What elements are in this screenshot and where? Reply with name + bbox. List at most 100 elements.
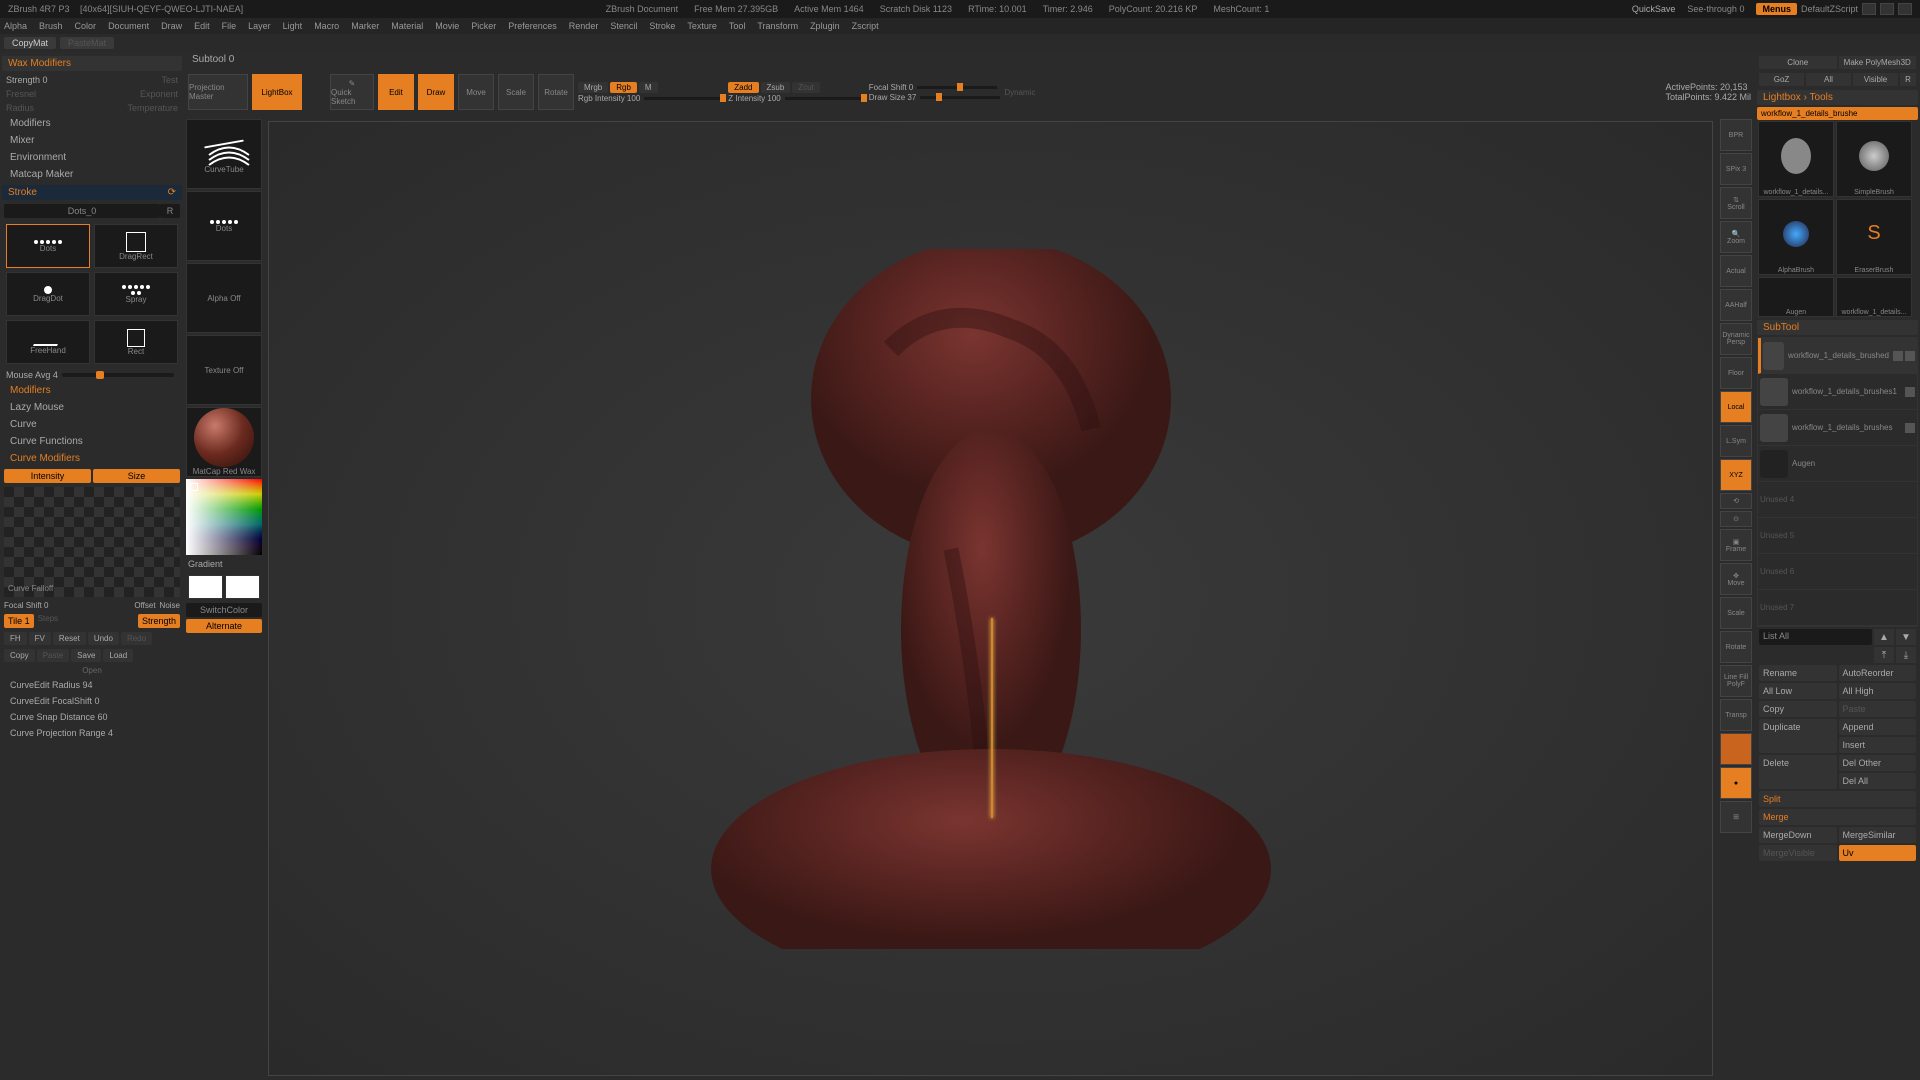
rgb-button[interactable]: Rgb — [610, 82, 637, 93]
curve-falloff-graph[interactable]: Curve Falloff — [4, 487, 180, 597]
delall-button[interactable]: Del All — [1839, 773, 1917, 789]
tool-alphabrush[interactable]: AlphaBrush — [1758, 199, 1834, 275]
menu-file[interactable]: File — [222, 21, 237, 31]
draw-button[interactable]: Draw — [418, 74, 454, 110]
floor-button[interactable]: Floor — [1720, 357, 1752, 389]
menu-picker[interactable]: Picker — [471, 21, 496, 31]
tile-slider[interactable]: Tile 1 — [4, 614, 34, 628]
redo-button[interactable]: Redo — [121, 632, 152, 645]
paste-button[interactable]: Paste — [37, 649, 69, 662]
zoom-button[interactable]: 🔍Zoom — [1720, 221, 1752, 253]
quicksketch-button[interactable]: ✎Quick Sketch — [330, 74, 374, 110]
move-down-icon[interactable]: ▼ — [1896, 629, 1916, 645]
stroke-dragrect[interactable]: DragRect — [94, 224, 178, 268]
menu-marker[interactable]: Marker — [351, 21, 379, 31]
tool-eraserbrush[interactable]: SEraserBrush — [1836, 199, 1912, 275]
steps-slider[interactable]: Steps — [38, 614, 58, 628]
ghost-button[interactable] — [1720, 733, 1752, 765]
seethrough-slider[interactable]: See-through 0 — [1687, 4, 1744, 14]
curve-proj-range[interactable]: Curve Projection Range 4 — [2, 725, 182, 741]
y-axis-button[interactable]: ⟲ — [1720, 493, 1752, 509]
stroke-dots[interactable]: Dots — [6, 224, 90, 268]
fh-button[interactable]: FH — [4, 632, 27, 645]
persp-button[interactable]: Dynamic Persp — [1720, 323, 1752, 355]
offset-slider[interactable]: Offset — [134, 601, 155, 610]
solo-button[interactable]: ● — [1720, 767, 1752, 799]
modifiers-section[interactable]: Modifiers — [2, 115, 182, 132]
zcut-button[interactable]: Zcut — [792, 82, 820, 93]
alpha-off-tile[interactable]: Alpha Off — [186, 263, 262, 333]
subtool-item-1[interactable]: workflow_1_details_brushes1 — [1758, 374, 1917, 410]
menu-transform[interactable]: Transform — [757, 21, 798, 31]
subtool-item-0[interactable]: workflow_1_details_brushed — [1758, 338, 1917, 374]
subtool-item-2[interactable]: workflow_1_details_brushes — [1758, 410, 1917, 446]
tool-name[interactable]: workflow_1_details_brushe — [1757, 107, 1918, 120]
tool-extra[interactable]: workflow_1_details... — [1836, 277, 1912, 317]
stroke-dragdot[interactable]: DragDot — [6, 272, 90, 316]
save-button[interactable]: Save — [71, 649, 101, 662]
move-up-icon[interactable]: ▲ — [1874, 629, 1894, 645]
xyz-button[interactable]: XYZ — [1720, 459, 1752, 491]
local-button[interactable]: Local — [1720, 391, 1752, 423]
paste-subtool-button[interactable]: Paste — [1839, 701, 1917, 717]
autoreorder-button[interactable]: AutoReorder — [1839, 665, 1917, 681]
allhigh-button[interactable]: All High — [1839, 683, 1917, 699]
actual-button[interactable]: Actual — [1720, 255, 1752, 287]
spix-button[interactable]: SPix 3 — [1720, 153, 1752, 185]
tool-main[interactable]: workflow_1_details... — [1758, 121, 1834, 197]
load-button[interactable]: Load — [103, 649, 133, 662]
close-icon[interactable] — [1898, 3, 1912, 15]
rotate-button[interactable]: Rotate — [538, 74, 574, 110]
focal-shift-slider2[interactable]: Focal Shift 0 — [869, 83, 913, 92]
subtool-header[interactable]: SubTool — [1757, 320, 1918, 335]
scale-button[interactable]: Scale — [498, 74, 534, 110]
curve-snap[interactable]: Curve Snap Distance 60 — [2, 709, 182, 725]
brush-curvetube[interactable]: CurveTube — [186, 119, 262, 189]
mouse-avg-slider[interactable]: Mouse Avg 4 — [6, 370, 58, 380]
xpose-button[interactable]: ⊞ — [1720, 801, 1752, 833]
tool-augen[interactable]: Augen — [1758, 277, 1834, 317]
merge-section[interactable]: Merge — [1759, 809, 1916, 825]
r-button[interactable]: R — [160, 204, 180, 218]
viewport-canvas[interactable] — [268, 121, 1713, 1076]
r-toggle[interactable]: R — [1900, 73, 1916, 86]
menu-macro[interactable]: Macro — [314, 21, 339, 31]
draw-size-slider[interactable]: Draw Size 37 — [869, 93, 917, 102]
move-bottom-icon[interactable]: ⤓ — [1896, 647, 1916, 663]
menus-button[interactable]: Menus — [1756, 3, 1797, 15]
curve-modifiers-section[interactable]: Curve Modifiers — [2, 450, 182, 467]
frame-button[interactable]: ▣Frame — [1720, 529, 1752, 561]
noise-slider[interactable]: Noise — [160, 601, 180, 610]
goz-all-button[interactable]: All — [1806, 73, 1851, 86]
stroke-rect[interactable]: Rect — [94, 320, 178, 364]
menu-draw[interactable]: Draw — [161, 21, 182, 31]
size-button[interactable]: Size — [93, 469, 180, 483]
curveedit-radius[interactable]: CurveEdit Radius 94 — [2, 677, 182, 693]
mixer-section[interactable]: Mixer — [2, 132, 182, 149]
quicksave-button[interactable]: QuickSave — [1632, 4, 1676, 14]
scale-nav-button[interactable]: Scale — [1720, 597, 1752, 629]
menu-render[interactable]: Render — [569, 21, 599, 31]
stroke-dots-tile[interactable]: Dots — [186, 191, 262, 261]
gradient-label[interactable]: Gradient — [186, 557, 262, 571]
delete-button[interactable]: Delete — [1759, 755, 1837, 789]
split-section[interactable]: Split — [1759, 791, 1916, 807]
aahalf-button[interactable]: AAHalf — [1720, 289, 1752, 321]
menu-stencil[interactable]: Stencil — [610, 21, 637, 31]
menu-alpha[interactable]: Alpha — [4, 21, 27, 31]
projection-master-button[interactable]: Projection Master — [188, 74, 248, 110]
environment-section[interactable]: Environment — [2, 149, 182, 166]
menu-zplugin[interactable]: Zplugin — [810, 21, 840, 31]
stroke-freehand[interactable]: FreeHand — [6, 320, 90, 364]
lsym-button[interactable]: L.Sym — [1720, 425, 1752, 457]
color-picker[interactable] — [186, 479, 262, 555]
lightbox-tools-header[interactable]: Lightbox › Tools — [1757, 90, 1918, 105]
lightbox-button[interactable]: LightBox — [252, 74, 302, 110]
brush-icon[interactable] — [1905, 351, 1915, 361]
move-nav-button[interactable]: ✥Move — [1720, 563, 1752, 595]
edit-button[interactable]: Edit — [378, 74, 414, 110]
menu-brush[interactable]: Brush — [39, 21, 63, 31]
mrgb-button[interactable]: Mrgb — [578, 82, 608, 93]
copymat-button[interactable]: CopyMat — [4, 37, 56, 49]
z-axis-button[interactable]: ⊙ — [1720, 511, 1752, 527]
